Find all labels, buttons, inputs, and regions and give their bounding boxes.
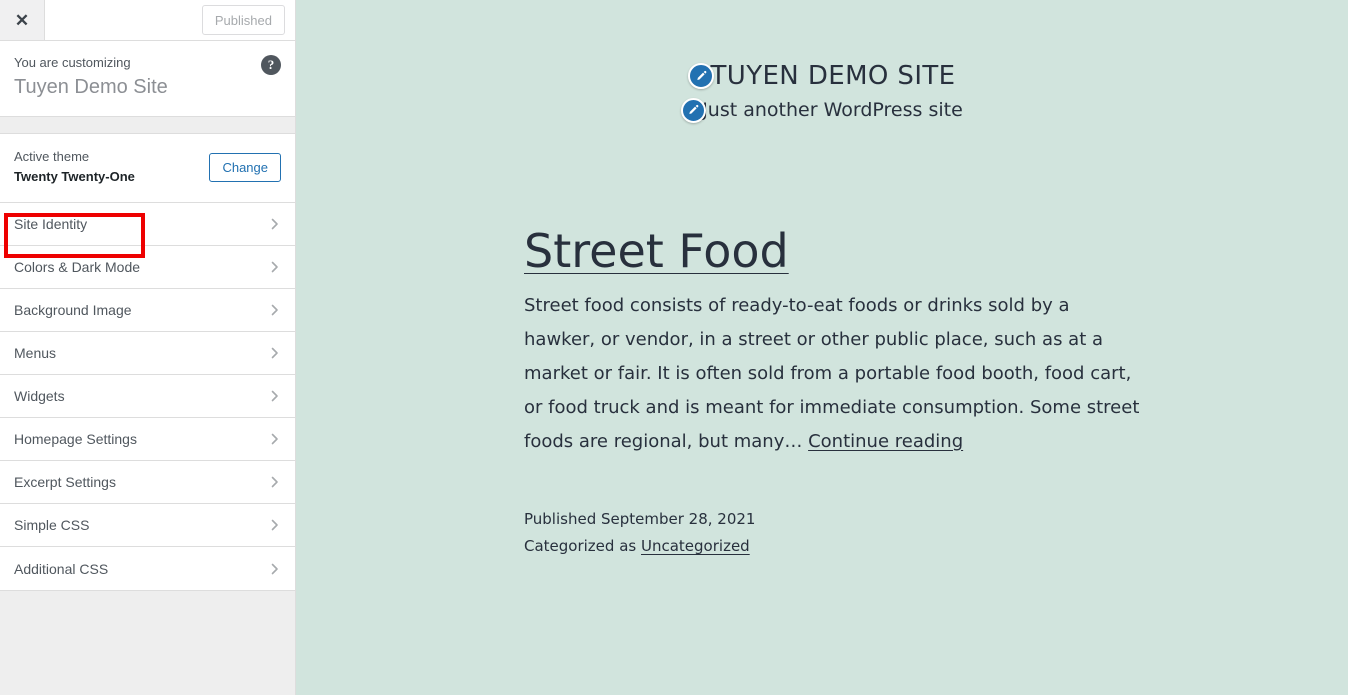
sidebar-item-label: Menus [14,345,57,361]
help-icon[interactable]: ? [261,55,281,75]
publish-area: Published [201,0,295,40]
site-branding: TUYEN DEMO SITE Just another WordPress s… [296,0,1348,123]
header-spacer [45,0,202,40]
site-preview: TUYEN DEMO SITE Just another WordPress s… [296,0,1348,695]
post-published-date: Published September 28, 2021 [524,510,756,528]
categorized-label: Categorized as [524,537,637,555]
close-customizer-button[interactable]: ✕ [0,0,45,40]
sidebar-item-menus[interactable]: Menus [0,332,295,375]
sidebar-item-additional-css[interactable]: Additional CSS [0,547,295,590]
site-title-row: TUYEN DEMO SITE [296,60,1348,92]
sidebar-spacer [0,117,295,134]
customizing-label: You are customizing [14,55,131,70]
pencil-icon-site-description[interactable] [681,97,707,123]
sidebar-item-label: Widgets [14,388,65,404]
customizer-header: ✕ Published [0,0,295,41]
sidebar-item-widgets[interactable]: Widgets [0,375,295,418]
post-entry: Street Food Street food consists of read… [296,223,1264,560]
sidebar-item-homepage-settings[interactable]: Homepage Settings [0,418,295,461]
sidebar-item-site-identity[interactable]: Site Identity [0,203,295,246]
continue-reading-link[interactable]: Continue reading [808,431,963,452]
site-description: Just another WordPress site [702,99,963,121]
sidebar-item-label: Excerpt Settings [14,474,116,490]
sidebar-item-label: Simple CSS [14,517,90,533]
chevron-right-icon [269,218,281,230]
post-title-link[interactable]: Street Food [524,224,789,278]
post-excerpt: Street food consists of ready-to-eat foo… [524,289,1144,459]
sidebar-item-label: Additional CSS [14,560,109,577]
change-theme-button[interactable]: Change [209,153,281,182]
customizer-panel-list: Site Identity Colors & Dark Mode Backgro… [0,203,295,591]
chevron-right-icon [269,519,281,531]
chevron-right-icon [269,476,281,488]
sidebar-empty-area [0,591,295,695]
chevron-right-icon [269,433,281,445]
chevron-right-icon [269,347,281,359]
active-theme-label: Active theme [14,149,90,164]
sidebar-item-background-image[interactable]: Background Image [0,289,295,332]
post-meta: Published September 28, 2021 Categorized… [524,506,1204,560]
post-title: Street Food [524,223,1204,279]
sidebar-item-simple-css[interactable]: Simple CSS [0,504,295,547]
sidebar-item-excerpt-settings[interactable]: Excerpt Settings [0,461,295,504]
sidebar-item-colors-dark-mode[interactable]: Colors & Dark Mode [0,246,295,289]
chevron-right-icon [269,261,281,273]
customizing-info: You are customizing Tuyen Demo Site ? [0,41,295,117]
sidebar-item-label: Site Identity [14,216,88,232]
site-description-row: Just another WordPress site [296,97,1348,123]
sidebar-item-label: Homepage Settings [14,431,137,447]
post-category-line: Categorized as Uncategorized [524,533,1204,560]
chevron-right-icon [269,304,281,316]
post-excerpt-text: Street food consists of ready-to-eat foo… [524,295,1140,452]
close-icon: ✕ [14,10,30,30]
site-name-heading: Tuyen Demo Site [14,76,168,98]
site-title: TUYEN DEMO SITE [710,61,956,91]
theme-info: Active theme Twenty Twenty-One [14,148,135,187]
chevron-right-icon [269,563,281,575]
category-link[interactable]: Uncategorized [641,537,750,555]
active-theme-block: Active theme Twenty Twenty-One Change [0,134,295,203]
active-theme-name: Twenty Twenty-One [14,169,135,184]
customizer-sidebar: ✕ Published You are customizing Tuyen De… [0,0,296,695]
publish-button[interactable]: Published [201,5,285,35]
sidebar-item-label: Background Image [14,302,132,318]
chevron-right-icon [269,390,281,402]
customizer-screen: ✕ Published You are customizing Tuyen De… [0,0,1348,695]
sidebar-item-label: Colors & Dark Mode [14,259,141,275]
